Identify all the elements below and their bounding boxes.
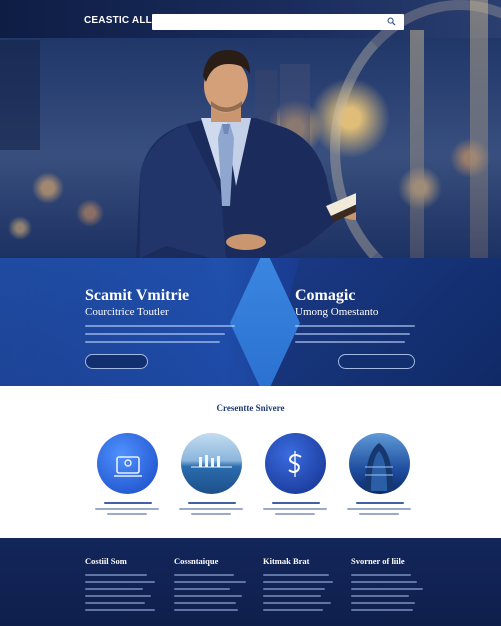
person-screen-icon bbox=[114, 456, 142, 477]
footer-link-line bbox=[174, 581, 246, 583]
footer-link-line bbox=[263, 581, 333, 583]
panel-subtitle: Umong Omestanto bbox=[295, 306, 379, 318]
sea-horizon-icon bbox=[191, 455, 232, 468]
service-text bbox=[95, 508, 159, 510]
footer-link-line bbox=[85, 574, 147, 576]
bridge-pillar bbox=[410, 30, 424, 258]
service-card[interactable] bbox=[349, 433, 410, 494]
service-label bbox=[272, 502, 320, 504]
service-text bbox=[179, 508, 243, 510]
site-logo[interactable]: CEASTIC ALL bbox=[84, 15, 152, 26]
text-line bbox=[85, 341, 220, 343]
services-title: Cresentte Snivere bbox=[216, 403, 285, 413]
text-line bbox=[85, 325, 235, 327]
service-label bbox=[188, 502, 236, 504]
panel-title: Scamit Vmitrie bbox=[85, 287, 190, 304]
footer: Costiil Som Cossntaique Kitmak Brat Svor… bbox=[0, 538, 501, 626]
footer-link-line bbox=[174, 574, 234, 576]
dollar-icon bbox=[288, 451, 302, 477]
footer-link-line bbox=[351, 581, 417, 583]
footer-link-line bbox=[263, 602, 331, 604]
footer-link-line bbox=[263, 588, 325, 590]
service-text bbox=[107, 513, 147, 515]
footer-link-line bbox=[263, 595, 321, 597]
panel-button[interactable] bbox=[338, 354, 415, 369]
text-line bbox=[295, 333, 410, 335]
footer-link-line bbox=[174, 602, 236, 604]
nav-bar bbox=[152, 14, 404, 30]
footer-link-line bbox=[351, 588, 423, 590]
panel-button[interactable] bbox=[85, 354, 148, 369]
businessman-photo bbox=[136, 50, 356, 258]
service-card[interactable] bbox=[181, 433, 242, 494]
text-line bbox=[295, 341, 405, 343]
footer-link-line bbox=[85, 595, 151, 597]
footer-link-line bbox=[174, 588, 230, 590]
service-text bbox=[275, 513, 315, 515]
footer-link-line bbox=[351, 574, 411, 576]
service-text bbox=[359, 513, 399, 515]
building-icon bbox=[365, 443, 393, 491]
services-section: Cresentte Snivere bbox=[0, 386, 501, 538]
footer-link-line bbox=[263, 609, 323, 611]
skyline-tower bbox=[0, 40, 40, 150]
service-label bbox=[356, 502, 404, 504]
service-label bbox=[104, 502, 152, 504]
service-text bbox=[191, 513, 231, 515]
footer-link-line bbox=[174, 609, 238, 611]
footer-column-title: Kitmak Brat bbox=[263, 556, 310, 566]
feature-panels: Scamit Vmitrie Courcitrice Toutler Comag… bbox=[0, 258, 501, 386]
service-text bbox=[347, 508, 411, 510]
panel-title: Comagic bbox=[295, 287, 356, 304]
footer-link-line bbox=[263, 574, 329, 576]
footer-link-line bbox=[85, 588, 143, 590]
footer-link-line bbox=[351, 602, 415, 604]
footer-column-title: Cossntaique bbox=[174, 556, 219, 566]
hero-banner: CEASTIC ALL bbox=[0, 0, 501, 258]
text-line bbox=[85, 333, 225, 335]
footer-link-line bbox=[85, 609, 155, 611]
footer-column-title: Costiil Som bbox=[85, 556, 127, 566]
text-line bbox=[295, 325, 415, 327]
service-text bbox=[263, 508, 327, 510]
footer-link-line bbox=[351, 595, 409, 597]
bridge-pillar bbox=[470, 0, 488, 258]
footer-link-line bbox=[85, 602, 145, 604]
footer-column-title: Svorner of liile bbox=[351, 556, 405, 566]
panel-subtitle: Courcitrice Toutler bbox=[85, 306, 169, 318]
service-card[interactable] bbox=[97, 433, 158, 494]
search-icon[interactable] bbox=[387, 17, 396, 26]
footer-link-line bbox=[85, 581, 155, 583]
footer-link-line bbox=[174, 595, 242, 597]
service-card[interactable] bbox=[265, 433, 326, 494]
footer-link-line bbox=[351, 609, 413, 611]
